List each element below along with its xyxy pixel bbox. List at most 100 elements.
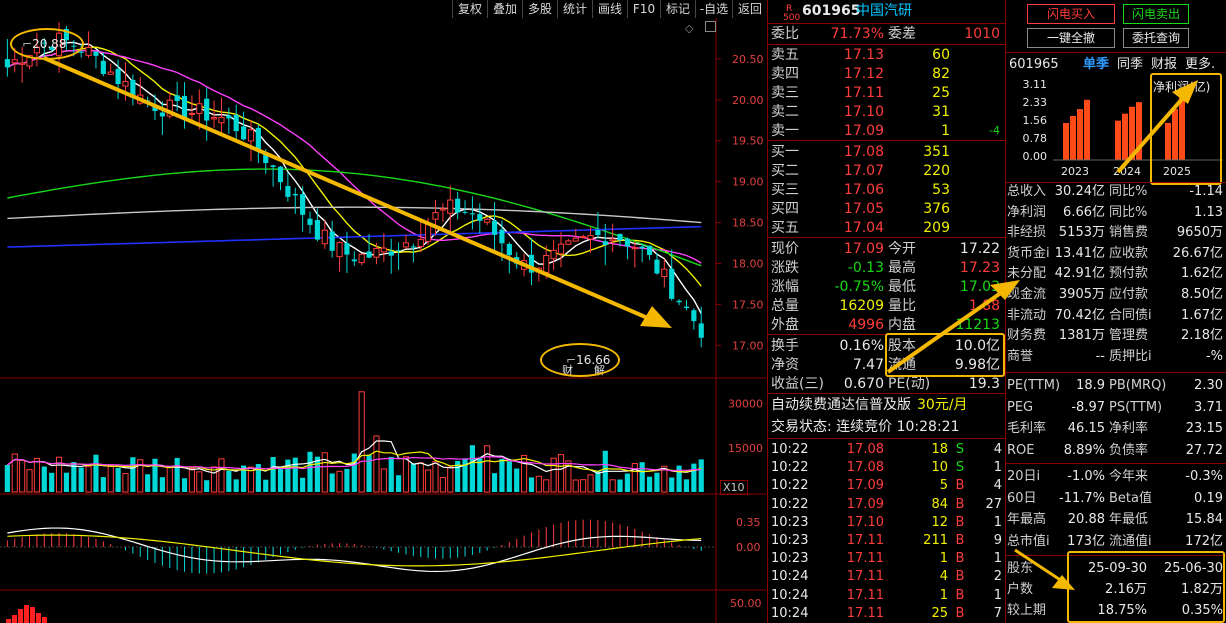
toolbar-overlay-button[interactable]: 叠加 (487, 0, 522, 18)
fin-row: 总市值i 173亿 流通值i 172亿 (1007, 533, 1223, 549)
volume-bar (218, 458, 225, 493)
candle-up (373, 248, 380, 258)
fin-y-tick: 1.56 (1023, 114, 1048, 127)
volume-bar (469, 445, 475, 492)
flash-buy-button[interactable]: 闪电买入 (1027, 4, 1115, 24)
bottom-bar (6, 619, 11, 623)
fin-row: 毛利率 46.15 净利率 23.15 (1007, 421, 1223, 436)
ask-row[interactable]: 卖一 17.09 1 -4 (768, 122, 1005, 140)
candle-down (130, 79, 136, 99)
candle-down (263, 153, 269, 164)
fin-bar (1063, 122, 1069, 160)
fin-row: 货币金i 13.41亿 应收款 26.67亿 (1007, 245, 1223, 261)
candle-down (491, 220, 498, 235)
candle-down (654, 259, 660, 274)
fin-y-tick: 2.33 (1023, 96, 1048, 109)
tick-row: 10:22 17.09 5 B 4 (771, 478, 1002, 494)
fin-bar (1084, 99, 1090, 160)
candle-up (417, 239, 424, 247)
volume-bar (358, 391, 365, 493)
volume-bar (93, 454, 99, 492)
bottom-bar (24, 605, 29, 623)
fin-year-label: 2024 (1113, 165, 1141, 178)
candle-down (181, 95, 188, 120)
stock-name[interactable]: 中国汽研 (856, 2, 912, 20)
volume-bar (402, 456, 410, 493)
price-tick: 17.50 (732, 298, 764, 311)
ask-row[interactable]: 卖三 17.11 25 (768, 84, 1005, 102)
candle-down (639, 246, 645, 249)
volume-bar (204, 480, 210, 492)
volume-bar (226, 470, 232, 492)
candle-up (609, 238, 616, 242)
candle-down (388, 251, 394, 256)
volume-bar (396, 475, 402, 492)
candle-down (78, 51, 84, 53)
bid-row[interactable]: 买四 17.05 376 (768, 200, 1005, 218)
tab-quarter[interactable]: 单季 (1083, 56, 1109, 74)
volume-bar (307, 451, 313, 492)
fin-y-tick: 3.11 (1023, 78, 1048, 91)
toolbar-multi-stock-button[interactable]: 多股 (522, 0, 557, 18)
volume-bar (122, 473, 129, 493)
volume-bar (373, 435, 380, 493)
bid-row[interactable]: 买一 17.08 351 (768, 143, 1005, 161)
volume-bar (535, 475, 542, 493)
maximize-icon[interactable] (705, 21, 716, 32)
bid-row[interactable]: 买三 17.06 53 (768, 181, 1005, 199)
toolbar-draw-button[interactable]: 画线 (592, 0, 627, 18)
ad-banner[interactable]: 自动续费通达信普及版 30元/月 (771, 396, 968, 414)
price-tick: 19.50 (732, 135, 764, 148)
flash-sell-button[interactable]: 闪电卖出 (1123, 4, 1189, 24)
fin-bar (1115, 120, 1121, 160)
volume-bar (159, 477, 165, 492)
toolbar-fuquan-button[interactable]: 复权 (452, 0, 487, 18)
ask-row[interactable]: 卖五 17.13 60 (768, 46, 1005, 64)
volume-bar (609, 479, 616, 493)
fin-row: 20日i -1.0% 今年来 -0.3% (1007, 469, 1223, 484)
volume-bar (145, 474, 151, 492)
volume-bar (380, 468, 387, 493)
kline-chart[interactable]: 20.50 20.00 19.50 19.00 18.50 18.00 17.50 17.00… (0, 18, 766, 623)
toolbar-watchlist-button[interactable]: -自选 (695, 0, 732, 18)
volume-bar (100, 477, 106, 492)
candle-down (174, 95, 180, 101)
toolbar-stats-button[interactable]: 统计 (557, 0, 592, 18)
toolbar-f10-button[interactable]: F10 (627, 0, 660, 18)
volume-bar (336, 470, 343, 493)
candle-down (698, 323, 704, 338)
ask-row[interactable]: 卖四 17.12 82 (768, 65, 1005, 83)
candle-down (159, 112, 165, 117)
chart-settings-icon[interactable]: ◇ (685, 22, 693, 35)
fin-y-tick: 0.78 (1023, 132, 1048, 145)
bid-row[interactable]: 买二 17.07 220 (768, 162, 1005, 180)
candle-down (145, 100, 151, 102)
ma-line-120 (7, 206, 702, 224)
volume-bar (646, 476, 653, 492)
candle-up (137, 94, 144, 104)
tab-same-quarter[interactable]: 同季 (1117, 56, 1143, 74)
candle-up (587, 235, 594, 240)
cancel-all-button[interactable]: 一键全撤 (1027, 28, 1115, 48)
candle-down (277, 166, 284, 183)
ma-line-5 (7, 41, 702, 314)
candle-up (447, 199, 454, 214)
ask-row[interactable]: 卖二 17.10 31 (768, 103, 1005, 121)
volume-unit-label: X10 (720, 480, 748, 495)
fin-bar (1070, 116, 1076, 160)
volume-bar (388, 456, 394, 492)
toolbar-back-button[interactable]: 返回 (732, 0, 767, 18)
bid-row[interactable]: 买五 17.04 209 (768, 219, 1005, 237)
candle-down (469, 213, 475, 215)
candle-down (669, 268, 675, 299)
volume-bar (210, 466, 218, 493)
candle-down (307, 218, 313, 225)
bottom-bar (18, 609, 23, 623)
volume-bar (300, 477, 306, 492)
volume-bar (26, 469, 33, 493)
toolbar-mark-button[interactable]: 标记 (660, 0, 695, 18)
tab-report[interactable]: 财报 (1151, 56, 1177, 74)
candle-up (196, 103, 203, 114)
tab-more[interactable]: 更多. (1185, 56, 1215, 74)
order-query-button[interactable]: 委托查询 (1123, 28, 1189, 48)
